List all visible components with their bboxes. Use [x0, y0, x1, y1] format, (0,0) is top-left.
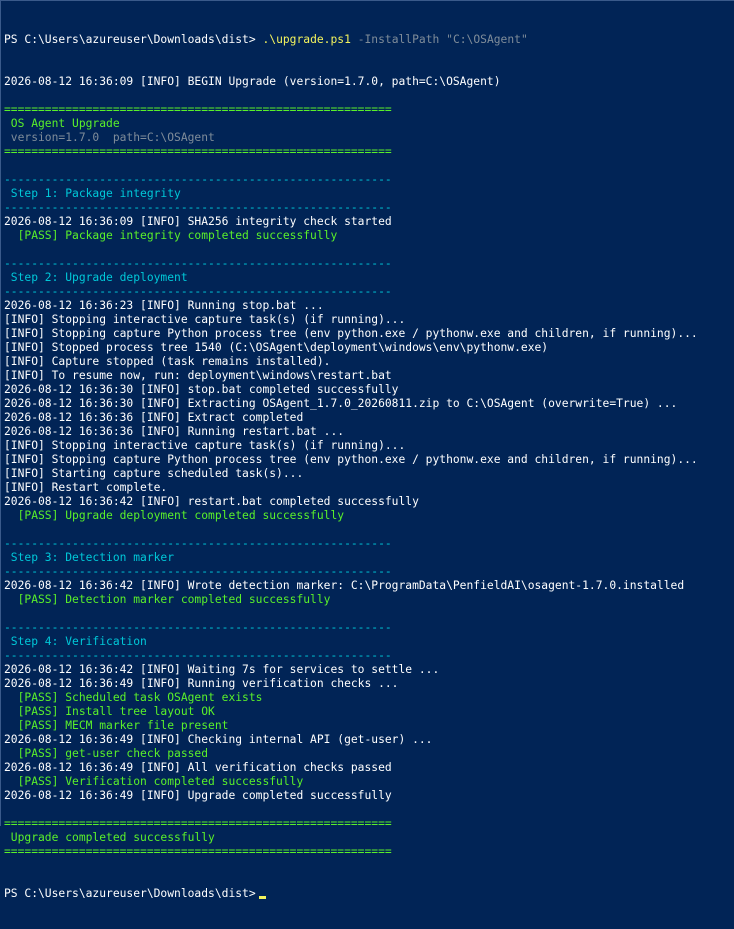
console-line: 2026-08-12 16:36:30 [INFO] stop.bat comp… — [4, 383, 399, 396]
console-line: 2026-08-12 16:36:42 [INFO] restart.bat c… — [4, 495, 419, 508]
command-param: -InstallPath — [357, 33, 440, 46]
console-line: ----------------------------------------… — [4, 537, 392, 550]
console-line: [PASS] Scheduled task OSAgent exists — [4, 691, 263, 704]
console-line: Upgrade completed successfully — [4, 831, 215, 844]
text-cursor — [258, 896, 266, 899]
console-line: ========================================… — [4, 845, 392, 858]
console-line: Step 1: Package integrity — [4, 187, 181, 200]
final-prompt-text: PS C:\Users\azureuser\Downloads\dist> — [4, 887, 256, 900]
console-line: ----------------------------------------… — [4, 257, 392, 270]
console-line: [INFO] Stopping capture Python process t… — [4, 327, 698, 340]
console-line: [PASS] get-user check passed — [4, 747, 209, 760]
console-line: ========================================… — [4, 103, 392, 116]
console-line: [INFO] Stopping capture Python process t… — [4, 453, 698, 466]
console-line: [INFO] To resume now, run: deployment\wi… — [4, 369, 392, 382]
console-line: 2026-08-12 16:36:42 [INFO] Wrote detecti… — [4, 579, 685, 592]
command-value: "C:\OSAgent" — [446, 33, 528, 46]
console-line: [PASS] Install tree layout OK — [4, 705, 215, 718]
console-line: ----------------------------------------… — [4, 173, 392, 186]
powershell-console[interactable]: PS C:\Users\azureuser\Downloads\dist> .\… — [0, 0, 734, 900]
console-line: [PASS] Detection marker completed succes… — [4, 593, 331, 606]
console-line: 2026-08-12 16:36:09 [INFO] SHA256 integr… — [4, 215, 392, 228]
console-line: [INFO] Stopping interactive capture task… — [4, 313, 406, 326]
console-line: [PASS] MECM marker file present — [4, 719, 229, 732]
console-line: [INFO] Restart complete. — [4, 481, 168, 494]
console-line: 2026-08-12 16:36:49 [INFO] All verificat… — [4, 761, 392, 774]
console-output: PS C:\Users\azureuser\Downloads\dist> .\… — [4, 5, 734, 929]
log-lines: 2026-08-12 16:36:09 [INFO] BEGIN Upgrade… — [4, 75, 734, 859]
console-line: 2026-08-12 16:36:49 [INFO] Upgrade compl… — [4, 789, 392, 802]
console-line: [INFO] Stopping interactive capture task… — [4, 439, 406, 452]
console-line: Step 3: Detection marker — [4, 551, 175, 564]
console-line: version=1.7.0 path=C:\OSAgent — [4, 131, 215, 144]
console-line: [PASS] Upgrade deployment completed succ… — [4, 509, 345, 522]
console-line: 2026-08-12 16:36:36 [INFO] Extract compl… — [4, 411, 304, 424]
console-line: ----------------------------------------… — [4, 285, 392, 298]
console-line: [PASS] Package integrity completed succe… — [4, 229, 338, 242]
console-line: 2026-08-12 16:36:49 [INFO] Running verif… — [4, 677, 399, 690]
console-line: [INFO] Stopped process tree 1540 (C:\OSA… — [4, 341, 549, 354]
console-line: ----------------------------------------… — [4, 565, 392, 578]
console-line: OS Agent Upgrade — [4, 117, 120, 130]
console-line: ========================================… — [4, 817, 392, 830]
console-line: ----------------------------------------… — [4, 201, 392, 214]
console-line: Step 4: Verification — [4, 635, 147, 648]
console-line: [PASS] Verification completed successful… — [4, 775, 304, 788]
console-line: 2026-08-12 16:36:42 [INFO] Waiting 7s fo… — [4, 663, 440, 676]
console-line: [INFO] Starting capture scheduled task(s… — [4, 467, 304, 480]
console-line: ========================================… — [4, 145, 392, 158]
console-line: Step 2: Upgrade deployment — [4, 271, 188, 284]
final-prompt-line[interactable]: PS C:\Users\azureuser\Downloads\dist> — [4, 887, 734, 901]
console-line: 2026-08-12 16:36:36 [INFO] Running resta… — [4, 425, 345, 438]
console-line: 2026-08-12 16:36:23 [INFO] Running stop.… — [4, 299, 324, 312]
command-line: PS C:\Users\azureuser\Downloads\dist> .\… — [4, 33, 734, 47]
console-line: ----------------------------------------… — [4, 649, 392, 662]
console-line: ----------------------------------------… — [4, 621, 392, 634]
command-name: .\upgrade.ps1 — [262, 33, 351, 46]
console-line: 2026-08-12 16:36:49 [INFO] Checking inte… — [4, 733, 433, 746]
console-line: 2026-08-12 16:36:09 [INFO] BEGIN Upgrade… — [4, 75, 501, 88]
console-line: 2026-08-12 16:36:30 [INFO] Extracting OS… — [4, 397, 678, 410]
console-line: [INFO] Capture stopped (task remains ins… — [4, 355, 331, 368]
prompt-text: PS C:\Users\azureuser\Downloads\dist> — [4, 33, 256, 46]
